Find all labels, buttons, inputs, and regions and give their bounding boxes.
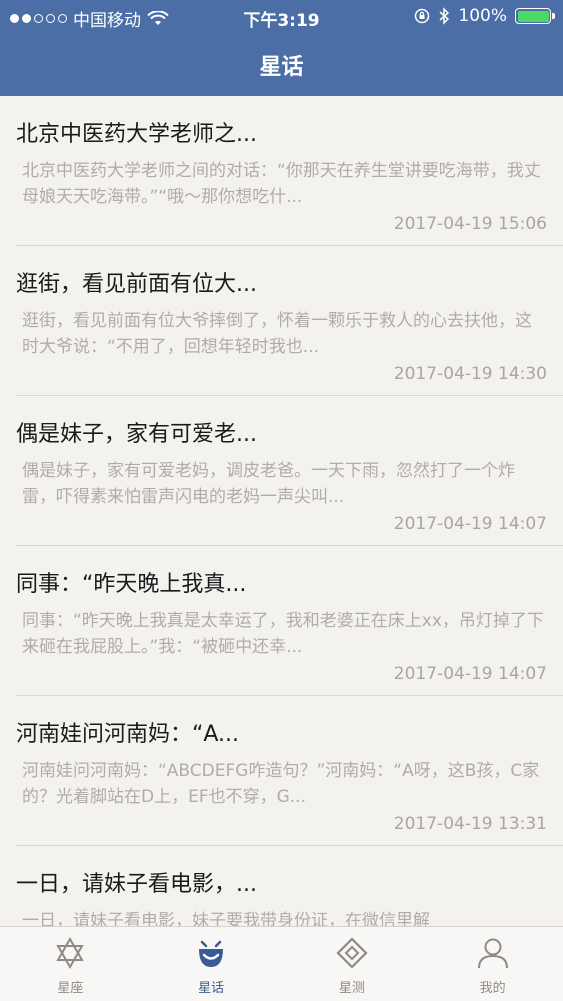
tab-jokes[interactable]: 星话 [141, 927, 282, 1001]
tab-profile[interactable]: 我的 [422, 927, 563, 1001]
post-date: 2017-04-19 13:31 [393, 814, 547, 834]
post-date: 2017-04-19 15:06 [393, 214, 547, 234]
list-item[interactable]: 河南娃问河南妈：“A... 河南娃问河南妈：“ABCDEFG咋造句？”河南妈：“… [16, 696, 563, 846]
star-of-david-icon [56, 936, 85, 970]
post-title: 同事：“昨天晚上我真... [16, 572, 247, 597]
post-title: 一日，请妹子看电影，... [16, 872, 257, 897]
tab-label: 星测 [338, 981, 365, 996]
list-item[interactable]: 逛街，看见前面有位大... 逛街，看见前面有位大爷摔倒了，怀着一颗乐于救人的心去… [16, 246, 563, 396]
diamond-icon [336, 937, 368, 969]
tab-label: 星座 [57, 981, 84, 996]
page-title: 星话 [259, 55, 304, 80]
battery-icon [515, 8, 555, 24]
bluetooth-icon [439, 7, 450, 25]
battery-percent: 100% [458, 6, 507, 26]
post-excerpt: 偶是妹子，家有可爱老妈，调皮老爸。一天下雨，忽然打了一个炸雷，吓得素来怕雷声闪电… [22, 461, 515, 507]
rotation-lock-icon [415, 8, 430, 24]
post-excerpt: 同事：“昨天晚上我真是太幸运了，我和老婆正在床上xx，吊灯掉了下来砸在我屁股上。… [22, 611, 544, 657]
post-date: 2017-04-19 14:30 [393, 364, 547, 384]
post-date: 2017-04-19 14:07 [393, 664, 547, 684]
post-excerpt: 北京中医药大学老师之间的对话：“你那天在养生堂讲要吃海带，我丈母娘天天吃海带。”… [22, 161, 541, 207]
tab-label: 我的 [479, 981, 506, 996]
post-title: 偶是妹子，家有可爱老... [16, 422, 257, 447]
tab-label: 星话 [198, 981, 225, 996]
post-excerpt: 河南娃问河南妈：“ABCDEFG咋造句？”河南妈：“A呀，这B孩，C家的？光着脚… [22, 761, 540, 807]
list-item[interactable]: 北京中医药大学老师之... 北京中医药大学老师之间的对话：“你那天在养生堂讲要吃… [16, 96, 563, 246]
tab-horoscope[interactable]: 星座 [0, 927, 141, 1001]
smile-face-icon [199, 940, 224, 967]
status-bar: 中国移动 下午3:19 100% [0, 0, 563, 34]
post-date: 2017-04-19 14:07 [393, 514, 547, 534]
post-title: 河南娃问河南妈：“A... [16, 722, 240, 747]
list-item[interactable]: 偶是妹子，家有可爱老... 偶是妹子，家有可爱老妈，调皮老爸。一天下雨，忽然打了… [16, 396, 563, 546]
tab-test[interactable]: 星测 [282, 927, 423, 1001]
list-item[interactable]: 一日，请妹子看电影，... 一日，请妹子看电影，妹子要我带身份证，在微信里解 [16, 846, 563, 926]
post-list[interactable]: 北京中医药大学老师之... 北京中医药大学老师之间的对话：“你那天在养生堂讲要吃… [0, 96, 563, 926]
post-title: 逛街，看见前面有位大... [16, 272, 257, 297]
post-excerpt: 一日，请妹子看电影，妹子要我带身份证，在微信里解 [22, 911, 430, 926]
tab-bar: 星座 星话 星测 我的 [0, 926, 563, 1001]
post-excerpt: 逛街，看见前面有位大爷摔倒了，怀着一颗乐于救人的心去扶他，这时大爷说：“不用了，… [22, 311, 532, 357]
nav-bar: 星话 [0, 34, 563, 96]
list-item[interactable]: 同事：“昨天晚上我真... 同事：“昨天晚上我真是太幸运了，我和老婆正在床上xx… [16, 546, 563, 696]
post-title: 北京中医药大学老师之... [16, 122, 257, 147]
person-icon [477, 938, 508, 969]
